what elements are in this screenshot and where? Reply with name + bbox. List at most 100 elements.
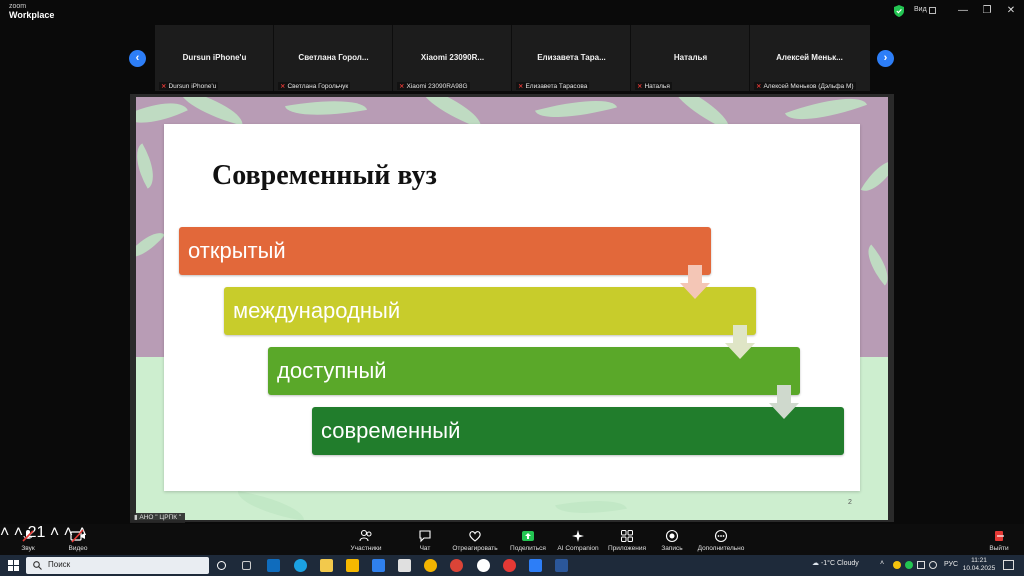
participant-tile-name: Наталья [673, 53, 708, 62]
mic-muted-icon: ⨯ [161, 83, 167, 90]
word-icon[interactable] [555, 559, 568, 572]
participant-label: ⨯ Алексей Меньков (Дэльфа М) [754, 82, 856, 90]
windows-start-icon[interactable] [8, 560, 19, 571]
prev-participants-button[interactable]: ‹ [129, 50, 146, 67]
slide-page-number: 2 [848, 499, 852, 506]
zoom-taskbar-icon[interactable] [529, 559, 542, 572]
tray-app-icon[interactable] [893, 561, 901, 569]
share-label: Поделиться [510, 545, 546, 552]
security-shield-icon[interactable] [894, 5, 904, 17]
view-grid-icon[interactable] [929, 7, 936, 14]
participant-label: ⨯ Наталья [635, 82, 672, 90]
participant-tile[interactable]: Алексей Меньк... ⨯ Алексей Меньков (Дэльф… [750, 25, 870, 91]
participant-label: ⨯ Елизавета Тарасова [516, 82, 590, 90]
file-explorer-icon[interactable] [320, 559, 333, 572]
chat-button[interactable]: Чат [411, 524, 439, 555]
react-label: Отреагировать [452, 545, 498, 552]
step-box-open: открытый [179, 227, 711, 275]
participants-options-chevron-icon[interactable]: ˄ [50, 524, 59, 541]
tray-zoom-status-icon[interactable] [905, 561, 913, 569]
sparkle-icon [572, 530, 584, 542]
presentation-slide: Современный вуз открытый международный д… [136, 97, 888, 520]
video-button[interactable]: Видео [64, 524, 92, 555]
mic-muted-icon [22, 530, 34, 542]
audio-label: Звук [21, 545, 35, 552]
heart-icon [469, 531, 481, 542]
minimize-button[interactable]: — [955, 4, 971, 18]
participant-tile[interactable]: Xiaomi 23090R... ⨯ Xiaomi 23090RA98G [393, 25, 512, 91]
clock-time: 11:21 [971, 557, 987, 564]
yandex-browser-icon[interactable] [477, 559, 490, 572]
weather-widget[interactable]: ☁ -1°C Cloudy [812, 559, 859, 567]
network-icon[interactable] [917, 561, 925, 569]
clock[interactable]: 11:21 10.04.2025 [962, 557, 996, 573]
notifications-icon[interactable] [1003, 560, 1014, 570]
participants-button[interactable]: Участники [347, 524, 385, 555]
participant-tile[interactable]: Dursun iPhone'u ⨯ Dursun iPhone'u [155, 25, 274, 91]
search-placeholder: Поиск [48, 560, 71, 569]
mic-muted-icon: ⨯ [518, 83, 524, 90]
restore-button[interactable]: ❐ [979, 4, 995, 18]
edge-icon[interactable] [294, 559, 307, 572]
record-icon [665, 529, 679, 543]
task-view-icon[interactable] [242, 561, 251, 570]
app-icon[interactable] [346, 559, 359, 572]
close-window-button[interactable]: ✕ [1003, 4, 1019, 18]
meeting-toolbar: Звук ˄ Видео ˄ Участники 21 ˄ Чат ˄ Отре… [0, 524, 1024, 555]
mic-muted-icon: ⨯ [280, 83, 286, 90]
participant-strip: Dursun iPhone'u ⨯ Dursun iPhone'u Светлан… [155, 25, 870, 91]
mic-muted-icon: ⨯ [399, 83, 405, 90]
ai-companion-label: AI Companion [557, 545, 599, 552]
more-options-icon [714, 529, 728, 543]
record-label: Запись [661, 545, 683, 552]
video-label: Видео [68, 545, 88, 552]
step-box-modern: современный [312, 407, 844, 455]
yandex-icon[interactable] [503, 559, 516, 572]
chrome-profile-icon[interactable] [450, 559, 463, 572]
leave-icon [995, 531, 1004, 541]
participant-label: ⨯ Светлана Горольчук [278, 82, 351, 90]
leave-meeting-button[interactable]: Выйти [986, 524, 1012, 555]
audio-options-chevron-icon[interactable]: ˄ [0, 524, 9, 541]
outlook-icon[interactable] [267, 559, 280, 572]
volume-icon[interactable] [929, 561, 937, 569]
windows-taskbar: Поиск ☁ -1°C Cloudy ˄ РУС 11:21 10.04.20… [0, 555, 1024, 576]
participant-tile[interactable]: Елизавета Тара... ⨯ Елизавета Тарасова [512, 25, 631, 91]
record-button[interactable]: Запись [658, 524, 686, 555]
leave-label: Выйти [989, 545, 1009, 552]
chevron-up-icon[interactable]: ˄ [880, 560, 888, 568]
down-arrow-icon [680, 265, 710, 299]
participant-tile-name: Светлана Горол... [298, 53, 369, 62]
view-menu-label[interactable]: Вид [914, 6, 927, 13]
taskbar-search-box[interactable]: Поиск [26, 557, 209, 574]
participant-label: ⨯ Dursun iPhone'u [159, 82, 219, 90]
store-icon[interactable] [398, 559, 411, 572]
presenter-name-tag: ▮ АНО " ЦРПК " [130, 513, 186, 523]
mail-icon[interactable] [372, 559, 385, 572]
share-screen-icon [522, 531, 534, 541]
participants-label: Участники [350, 545, 382, 552]
cortana-icon[interactable] [217, 561, 226, 570]
chrome-icon[interactable] [424, 559, 437, 572]
audio-button[interactable]: Звук [14, 524, 42, 555]
share-button[interactable]: Поделиться [506, 524, 550, 555]
participant-tile[interactable]: Светлана Горол... ⨯ Светлана Горольчук [274, 25, 393, 91]
apps-button[interactable]: Приложения [606, 524, 648, 555]
participant-tile-name: Елизавета Тара... [537, 53, 606, 62]
next-participants-button[interactable]: › [877, 50, 894, 67]
title-bar: zoom Workplace Вид — ❐ ✕ [0, 0, 1024, 24]
ai-companion-button[interactable]: AI Companion [556, 524, 600, 555]
step-box-international: международный [224, 287, 756, 335]
chat-label: Чат [419, 545, 431, 552]
search-icon [33, 561, 42, 570]
logo-top: zoom [9, 3, 27, 10]
down-arrow-icon [769, 385, 799, 419]
participant-tile-name: Алексей Меньк... [776, 53, 843, 62]
more-button[interactable]: Дополнительно [696, 524, 746, 555]
react-button[interactable]: Отреагировать [450, 524, 500, 555]
participant-tile[interactable]: Наталья ⨯ Наталья [631, 25, 750, 91]
participant-label: ⨯ Xiaomi 23090RA98G [397, 82, 470, 90]
slide-title: Современный вуз [212, 160, 437, 191]
video-off-icon [70, 529, 85, 543]
language-indicator[interactable]: РУС [944, 561, 958, 568]
